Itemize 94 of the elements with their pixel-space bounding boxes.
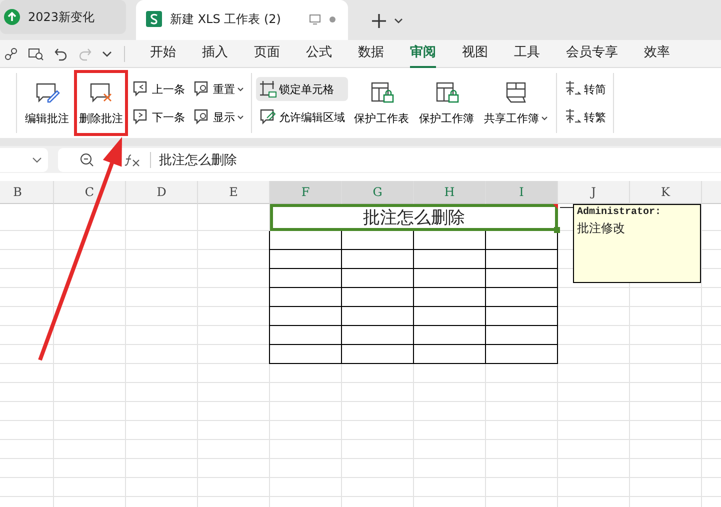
- comment-text: 批注修改: [577, 220, 626, 237]
- caret-icon[interactable]: [394, 18, 403, 24]
- ribbon-button[interactable]: 转简: [561, 77, 609, 101]
- table-cell[interactable]: [414, 288, 486, 307]
- table-cell[interactable]: [414, 345, 486, 364]
- comment-delete-icon: [88, 80, 114, 104]
- merged-title-cell[interactable]: 批注怎么删除: [270, 204, 558, 231]
- caret-icon: [237, 86, 244, 92]
- table-cell[interactable]: [342, 307, 414, 326]
- ribbon-button[interactable]: 允许编辑区域: [256, 105, 348, 129]
- table-cell[interactable]: [486, 231, 558, 250]
- comment-author: Administrator:: [577, 207, 662, 218]
- monitor-icon[interactable]: [309, 14, 321, 24]
- column-header[interactable]: H: [414, 181, 486, 204]
- table-cell[interactable]: [486, 269, 558, 288]
- table-cell[interactable]: [486, 307, 558, 326]
- table-cell[interactable]: [486, 345, 558, 364]
- table-cell[interactable]: [414, 307, 486, 326]
- link-icon[interactable]: [4, 46, 18, 60]
- function-icon[interactable]: [124, 152, 142, 166]
- lock-cell-icon: [259, 80, 277, 98]
- document-tab[interactable]: 2023新变化: [0, 0, 126, 34]
- column-header[interactable]: B: [0, 181, 54, 204]
- workbook-lock-icon: [434, 80, 460, 104]
- table-cell[interactable]: [342, 250, 414, 269]
- ribbon-button[interactable]: 保护工作簿: [414, 70, 479, 136]
- table-cell[interactable]: [414, 269, 486, 288]
- document-tab[interactable]: 新建 XLS 工作表 (2): [136, 0, 348, 40]
- sheet-lock-icon: [368, 80, 394, 104]
- print-preview-icon[interactable]: [28, 46, 44, 60]
- character-convert-icon: [564, 80, 582, 98]
- character-convert-icon: [564, 108, 582, 126]
- table-cell[interactable]: [414, 326, 486, 345]
- table-cell[interactable]: [270, 269, 342, 288]
- ribbon-tab[interactable]: 会员专享: [566, 39, 618, 68]
- ribbon-button[interactable]: 共享工作簿: [479, 70, 553, 136]
- ribbon-button[interactable]: 删除批注: [74, 70, 128, 136]
- column-header[interactable]: F: [270, 181, 342, 204]
- caret-icon: [541, 116, 548, 120]
- ribbon-tab[interactable]: 数据: [358, 39, 384, 68]
- table-cell[interactable]: [414, 250, 486, 269]
- column-header[interactable]: I: [486, 181, 558, 204]
- table-cell[interactable]: [270, 250, 342, 269]
- leader-line: [560, 207, 573, 208]
- ribbon-tab[interactable]: 开始: [150, 39, 176, 68]
- table-cell[interactable]: [342, 231, 414, 250]
- undo-icon[interactable]: [54, 46, 68, 60]
- table-cell[interactable]: [270, 326, 342, 345]
- table-cell[interactable]: [270, 345, 342, 364]
- table-cell[interactable]: [270, 288, 342, 307]
- table-cell[interactable]: [270, 307, 342, 326]
- upload-icon: [4, 9, 20, 25]
- ribbon-tab[interactable]: 视图: [462, 39, 488, 68]
- column-header[interactable]: J: [558, 181, 630, 204]
- ribbon-button[interactable]: 编辑批注: [20, 70, 74, 136]
- comment-icon: [259, 108, 277, 126]
- formula-text: 批注怎么删除: [159, 152, 237, 168]
- ribbon-button[interactable]: 转繁: [561, 105, 609, 129]
- ribbon-button[interactable]: 下一条: [129, 105, 188, 129]
- column-header[interactable]: G: [342, 181, 414, 204]
- column-header[interactable]: C: [54, 181, 126, 204]
- comment-edit-icon: [34, 80, 60, 104]
- table-cell[interactable]: [270, 231, 342, 250]
- caret-icon: [32, 156, 42, 162]
- ribbon-tab[interactable]: 工具: [514, 39, 540, 68]
- column-header[interactable]: E: [198, 181, 270, 204]
- ribbon-tab[interactable]: 插入: [202, 39, 228, 68]
- table-cell[interactable]: [342, 288, 414, 307]
- table-cell[interactable]: [486, 326, 558, 345]
- spreadsheet-icon: [146, 11, 162, 27]
- caret-icon[interactable]: [102, 50, 112, 56]
- column-header[interactable]: D: [126, 181, 198, 204]
- table-cell[interactable]: [342, 269, 414, 288]
- dot-icon: [329, 16, 336, 22]
- column-header[interactable]: K: [630, 181, 702, 204]
- add-tab-icon[interactable]: [372, 14, 386, 28]
- ribbon-tab[interactable]: 公式: [306, 39, 332, 68]
- table-cell[interactable]: [486, 250, 558, 269]
- ribbon-button[interactable]: 锁定单元格: [256, 77, 348, 101]
- formula-field[interactable]: 批注怎么删除: [58, 148, 721, 172]
- caret-icon: [237, 114, 244, 120]
- ribbon-button[interactable]: 显示: [190, 105, 247, 129]
- fill-handle[interactable]: [554, 227, 560, 233]
- table-cell[interactable]: [414, 231, 486, 250]
- table-cell[interactable]: [342, 326, 414, 345]
- comment-box[interactable]: Administrator: 批注修改: [573, 204, 701, 283]
- ribbon-tab[interactable]: 效率: [644, 39, 670, 68]
- ribbon-button[interactable]: 保护工作表: [349, 70, 414, 136]
- ribbon-button[interactable]: 上一条: [129, 77, 188, 101]
- table-cell[interactable]: [342, 345, 414, 364]
- ribbon-button[interactable]: 重置: [190, 77, 247, 101]
- ribbon-tab[interactable]: 页面: [254, 39, 280, 68]
- table-cell[interactable]: [486, 288, 558, 307]
- zoom-icon[interactable]: [80, 152, 94, 166]
